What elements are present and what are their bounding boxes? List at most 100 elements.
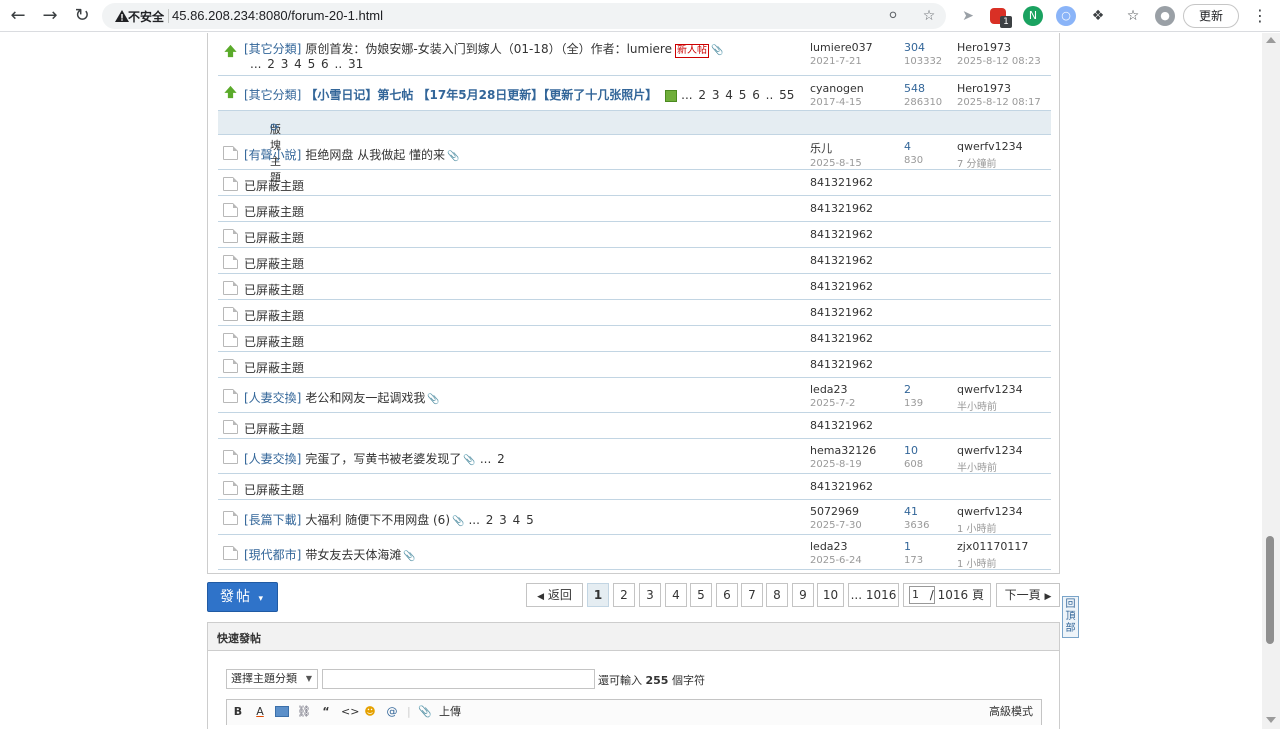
thread-author[interactable]: 5072969 [810,505,859,518]
thread-author[interactable]: 乐儿 [810,142,832,155]
font-color-icon[interactable]: A [253,704,267,718]
thread-author[interactable]: 841321962 [810,480,873,493]
page-link-5[interactable]: 5 [690,583,712,607]
thread-author[interactable]: 841321962 [810,306,873,319]
back-to-top-button[interactable]: 回頂部 [1062,596,1079,638]
quote-icon[interactable]: “ [319,704,333,718]
thread-pages[interactable]: ... 2 3 4 5 6 .. 31 [250,57,363,71]
last-poster[interactable]: qwerfv1234 [957,383,1023,396]
reading-list-icon[interactable]: ☆ [1123,6,1143,26]
thread-title-link[interactable]: 原创首发：伪娘安娜-女装入门到嫁人（01-18）（全）作者：lumiere [305,42,672,56]
page-link-1[interactable]: 1 [587,583,609,607]
last-post-date[interactable]: 半小時前 [957,459,1023,474]
page-link-10[interactable]: 10 [817,583,844,607]
page-link-8[interactable]: 8 [766,583,788,607]
thread-pages[interactable]: ... 2 [480,452,505,466]
url-text[interactable]: 45.86.208.234:8080/forum-20-1.html [172,8,383,23]
reply-count[interactable]: 304 [904,41,925,54]
thread-author[interactable]: 841321962 [810,254,873,267]
at-icon[interactable]: @ [385,704,399,718]
page-link-4[interactable]: 4 [665,583,687,607]
address-bar[interactable]: 不安全 45.86.208.234:8080/forum-20-1.html ⚪… [102,3,946,29]
last-post-date[interactable]: 7 分鐘前 [957,155,1023,170]
page-link-9[interactable]: 9 [792,583,814,607]
last-post-date[interactable]: 2025-8-12 08:17 [957,97,1041,108]
thread-category-link[interactable]: [其它分類] [244,88,301,102]
last-poster[interactable]: Hero1973 [957,82,1011,95]
last-post-date[interactable]: 1 小時前 [957,520,1023,535]
menu-kebab-icon[interactable]: ⋮ [1250,4,1270,28]
thread-author[interactable]: 841321962 [810,228,873,241]
puzzle-icon[interactable]: ❖ [1088,6,1108,26]
page-link-6[interactable]: 6 [716,583,738,607]
scrollbar-thumb[interactable] [1266,536,1274,644]
next-page-button[interactable]: 下一頁 ▶ [996,583,1060,607]
page-link-2[interactable]: 2 [613,583,635,607]
thread-author[interactable]: 841321962 [810,280,873,293]
scrollbar[interactable] [1262,33,1280,729]
star-icon[interactable]: ☆ [920,7,938,25]
new-post-button[interactable]: 發帖 ▾ [207,582,278,612]
thread-author[interactable]: 841321962 [810,419,873,432]
thread-author[interactable]: leda23 [810,540,848,553]
thread-title-link[interactable]: 【小雪日记】第七帖 【17年5月28日更新】【更新了十几张照片】 [305,88,657,102]
reply-count[interactable]: 10 [904,444,918,457]
advanced-mode-link[interactable]: 高級模式 [989,704,1033,720]
thread-author[interactable]: hema32126 [810,444,876,457]
thread-title-link[interactable]: 带女友去天体海滩 [305,548,401,562]
last-poster[interactable]: zjx01170117 [957,540,1028,553]
last-post-date[interactable]: 1 小時前 [957,555,1028,570]
reply-count[interactable]: 548 [904,82,925,95]
attachment-upload-icon[interactable]: 📎 [418,704,432,718]
last-poster[interactable]: Hero1973 [957,41,1011,54]
more-icon[interactable]: ⚪ [884,7,902,25]
thread-pages[interactable]: ... 2 3 4 5 [468,513,533,527]
thread-category-link[interactable]: [其它分類] [244,42,301,56]
thread-category-link[interactable]: [人妻交換] [244,452,301,466]
code-icon[interactable]: <> [341,704,359,718]
reply-count[interactable]: 41 [904,505,918,518]
bold-icon[interactable]: B [231,704,245,718]
thread-category-link[interactable]: [現代都市] [244,548,301,562]
thread-author[interactable]: lumiere037 [810,41,873,54]
thread-category-link[interactable]: [有聲小說] [244,148,301,162]
thread-title-link[interactable]: 老公和网友一起调戏我 [305,391,425,405]
page-link-7[interactable]: 7 [741,583,763,607]
last-post-date[interactable]: 半小時前 [957,398,1023,413]
thread-pages[interactable]: ... 2 3 4 5 6 .. 55 [681,88,794,102]
last-page-link[interactable]: ... 1016 [848,583,899,607]
thread-author[interactable]: leda23 [810,383,848,396]
image-icon[interactable] [275,706,289,717]
thread-title-link[interactable]: 大福利 随便下不用网盘 (6) [305,513,450,527]
avatar[interactable]: ● [1155,6,1175,26]
pin-icon[interactable]: ➤ [958,6,978,26]
topic-type-select[interactable]: 選擇主題分類 ▼ [226,669,318,689]
extension-green-icon[interactable]: N [1023,6,1043,26]
thread-author[interactable]: 841321962 [810,358,873,371]
scroll-up-icon[interactable] [1266,37,1276,43]
upload-button[interactable]: 上傳 [439,704,461,720]
last-poster[interactable]: qwerfv1234 [957,444,1023,457]
page-number-input[interactable]: 1 [909,586,935,604]
link-icon[interactable]: ⛓ [297,704,311,718]
refresh-icon[interactable]: ⟳ [270,121,279,134]
thread-author[interactable]: 841321962 [810,332,873,345]
forward-arrow-icon[interactable]: → [38,4,62,28]
last-poster[interactable]: qwerfv1234 [957,505,1023,518]
smiley-icon[interactable]: ☻ [363,704,377,718]
page-link-3[interactable]: 3 [639,583,661,607]
update-button[interactable]: 更新 [1183,4,1239,28]
scroll-down-icon[interactable] [1266,717,1276,723]
reload-icon[interactable]: ↻ [70,4,94,28]
subject-input[interactable] [322,669,595,689]
back-arrow-icon[interactable]: ← [6,4,30,28]
thread-author[interactable]: 841321962 [810,176,873,189]
back-button[interactable]: ◀ 返回 [526,583,583,607]
reply-count[interactable]: 1 [904,540,911,553]
reply-count[interactable]: 2 [904,383,911,396]
thread-title-link[interactable]: 拒绝网盘 从我做起 懂的来 [305,148,445,162]
extension-search-icon[interactable]: ○ [1056,6,1076,26]
thread-author[interactable]: 841321962 [810,202,873,215]
thread-category-link[interactable]: [長篇下載] [244,513,301,527]
thread-author[interactable]: cyanogen [810,82,864,95]
